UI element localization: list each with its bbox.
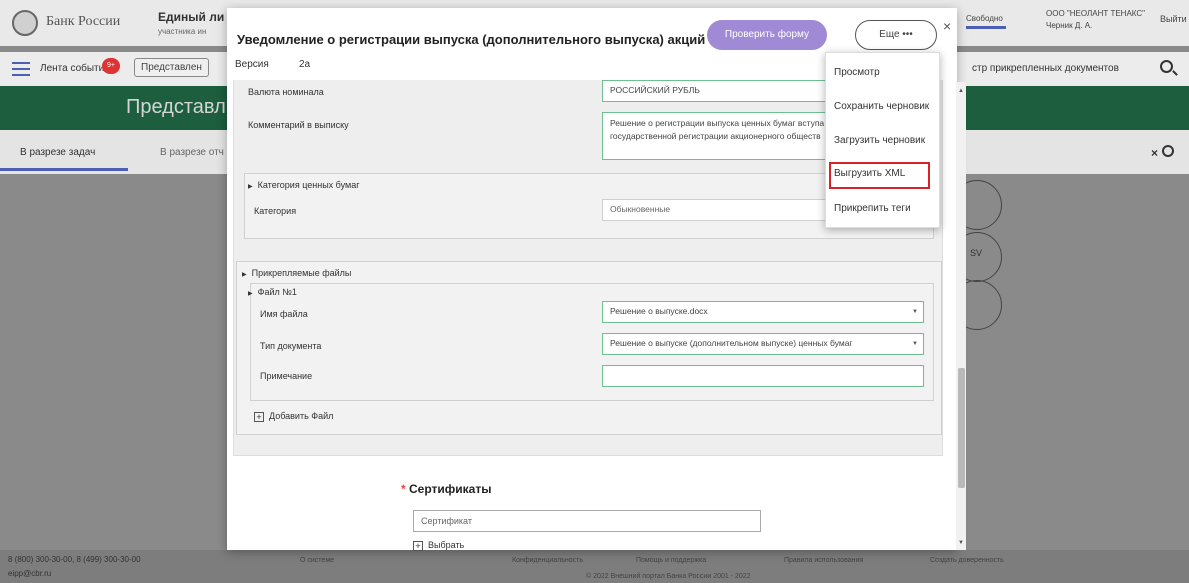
chevron-down-icon[interactable]: ▼ <box>912 309 918 315</box>
search-icon[interactable] <box>1160 60 1173 73</box>
more-dropdown-menu: Просмотр Сохранить черновик Загрузить че… <box>825 52 940 228</box>
export-xml-highlight <box>829 162 930 189</box>
version-label: Версия <box>235 59 269 70</box>
company-name: ООО "НЕОЛАНТ ТЕНАКС" <box>1046 9 1145 18</box>
menu-item-save-draft[interactable]: Сохранить черновик <box>834 101 929 112</box>
check-form-button[interactable]: Проверить форму <box>707 20 827 50</box>
status-free: Свободно <box>966 14 1003 23</box>
scroll-down-icon[interactable]: ▼ <box>958 540 964 546</box>
footer-link-about[interactable]: О системе <box>300 557 334 564</box>
feed-count-badge: 9+ <box>102 58 120 74</box>
footer-phone: 8 (800) 300-30-00, 8 (499) 300-30-00 <box>8 555 141 564</box>
bank-name: Банк России <box>46 14 121 29</box>
comment-label: Комментарий в выписку <box>248 120 349 130</box>
portal-title: Единый ли <box>158 10 225 24</box>
certificate-input[interactable]: Сертификат <box>413 510 761 532</box>
doctype-select[interactable]: Решение о выпуске (дополнительном выпуск… <box>602 333 924 355</box>
comment-textarea[interactable]: Решение о регистрации выпуска ценных бум… <box>602 112 842 160</box>
menu-item-view[interactable]: Просмотр <box>834 67 880 78</box>
category-select[interactable]: Обыкновенные <box>602 199 842 221</box>
currency-label: Валюта номинала <box>248 87 324 97</box>
files-section-toggle[interactable]: ▶ Прикрепляемые файлы <box>242 268 351 278</box>
expand-triangle-icon: ▶ <box>248 291 253 297</box>
banner-title: Представл <box>126 96 226 118</box>
scrollbar-thumb[interactable] <box>958 368 965 488</box>
menu-item-attach-tags[interactable]: Прикрепить теги <box>834 203 911 214</box>
clear-search-icon[interactable]: × <box>1151 146 1158 160</box>
status-bar <box>966 26 1006 29</box>
note-label: Примечание <box>260 371 313 381</box>
doctype-label: Тип документа <box>260 341 322 351</box>
portal-subtitle: участника ин <box>158 27 207 36</box>
representation-button[interactable]: Представлен <box>134 58 209 77</box>
tab-by-reports[interactable]: В разрезе отч <box>160 147 224 158</box>
choose-certificate-button[interactable]: + Выбрать <box>413 540 464 551</box>
filename-label: Имя файла <box>260 309 308 319</box>
file-1-toggle[interactable]: ▶ Файл №1 <box>248 287 297 297</box>
modal-title: Уведомление о регистрации выпуска (допол… <box>237 32 706 47</box>
currency-field[interactable]: РОССИЙСКИЙ РУБЛЬ <box>602 80 842 102</box>
plus-icon: + <box>254 412 264 422</box>
close-icon[interactable]: × <box>943 18 951 34</box>
plus-icon: + <box>413 541 423 551</box>
search-icon[interactable] <box>1162 145 1174 157</box>
footer-email[interactable]: eipp@cbr.ru <box>8 569 51 578</box>
category-label: Категория <box>254 206 297 216</box>
footer-link-privacy[interactable]: Конфиденциальность <box>512 557 583 564</box>
add-file-button[interactable]: + Добавить Файл <box>254 411 333 422</box>
note-field[interactable] <box>602 365 924 387</box>
filename-select[interactable]: Решение о выпуске.docx <box>602 301 924 323</box>
active-tab-indicator <box>0 168 128 171</box>
footer-link-rules[interactable]: Правила использования <box>784 557 863 564</box>
expand-triangle-icon: ▶ <box>242 272 247 278</box>
category-section-toggle[interactable]: ▶ Категория ценных бумаг <box>248 180 360 190</box>
expand-triangle-icon: ▶ <box>248 184 253 190</box>
event-feed-link[interactable]: Лента событий <box>40 63 110 74</box>
footer-copyright: © 2022 Внешний портал Банка России 2001 … <box>586 573 751 580</box>
sv-label: SV <box>970 248 983 258</box>
footer-link-help[interactable]: Помощь и поддержка <box>636 557 706 564</box>
certificates-title: * Сертификаты <box>401 482 492 496</box>
user-name: Черник Д. А. <box>1046 21 1093 30</box>
menu-item-load-draft[interactable]: Загрузить черновик <box>834 135 925 146</box>
more-button[interactable]: Еще ••• <box>855 20 937 50</box>
bank-logo-icon <box>12 10 38 36</box>
footer-link-power-of-attorney[interactable]: Создать доверенность <box>930 557 1004 564</box>
user-info[interactable]: ООО "НЕОЛАНТ ТЕНАКС" Черник Д. А. <box>1046 8 1145 32</box>
hamburger-menu-icon[interactable] <box>12 62 30 76</box>
registry-link[interactable]: стр прикрепленных документов <box>972 63 1119 74</box>
version-value: 2а <box>299 59 311 70</box>
logout-link[interactable]: Выйти <box>1160 14 1187 24</box>
scroll-up-icon[interactable]: ▲ <box>958 88 964 94</box>
tab-by-tasks[interactable]: В разрезе задач <box>20 147 95 158</box>
chevron-down-icon[interactable]: ▼ <box>912 341 918 347</box>
